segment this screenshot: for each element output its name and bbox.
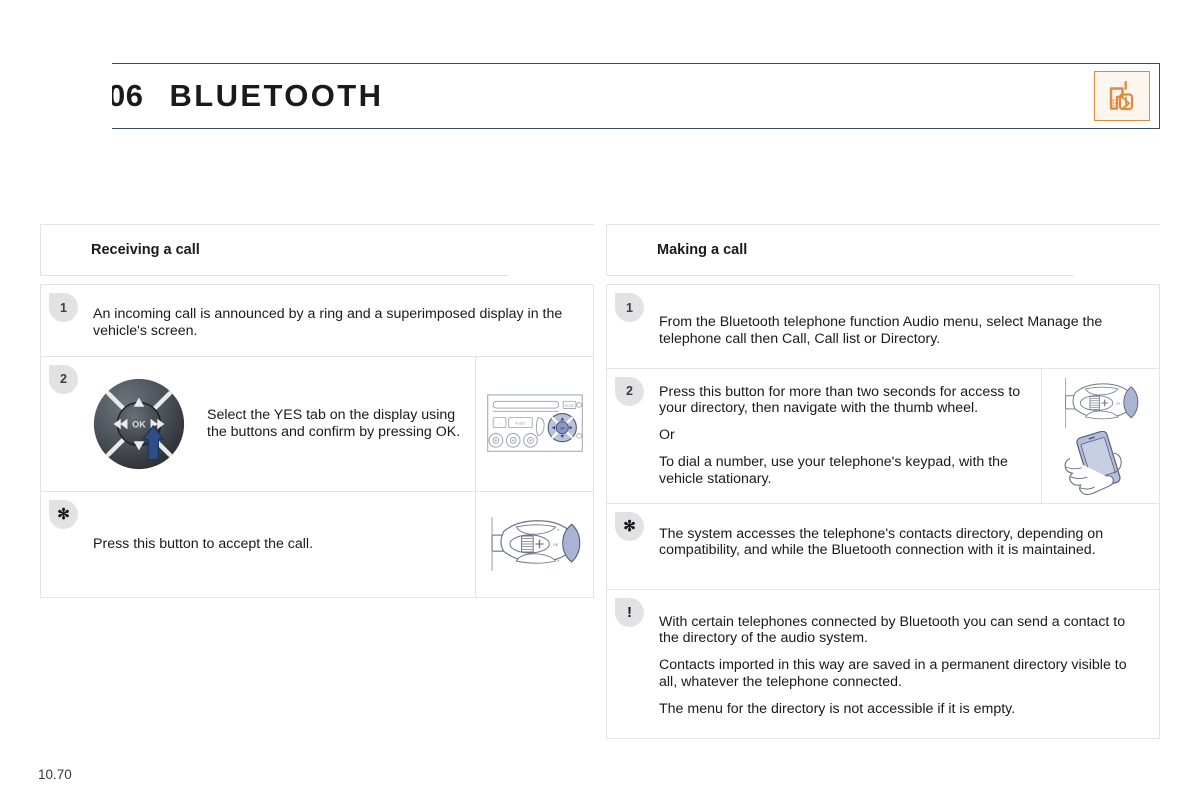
svg-text:AUDIO: AUDIO — [515, 421, 526, 425]
section-header-angled-corner — [1074, 225, 1160, 277]
column-making-a-call: Making a call 1 From the Bluetooth telep… — [606, 224, 1160, 739]
section-body-receiving-a-call: 1 An incoming call is announced by a rin… — [40, 284, 594, 598]
step-text: With certain telephones connected by Blu… — [659, 614, 1143, 718]
step-paragraph: Press this button for more than two seco… — [659, 383, 1021, 417]
manual-page: 06 BLUETOOTH Receiving a call 1 An incom… — [0, 0, 1200, 800]
hand-phone-glyph — [1064, 430, 1122, 495]
bluetooth-phone-glyph — [1109, 81, 1134, 111]
step-row: 2 OK Select the YES tab on the display u… — [41, 356, 593, 492]
dpad-control-icon: OK — [91, 376, 187, 472]
svg-text:OK: OK — [559, 426, 565, 430]
step-paragraph: Contacts imported in this way are saved … — [659, 657, 1127, 690]
svg-text:OK: OK — [552, 543, 558, 547]
step-text: Press this button to accept the call. — [93, 535, 314, 552]
step-content: 2 Press this button for more than two se… — [607, 369, 1041, 503]
step-row: 2 Press this button for more than two se… — [607, 368, 1159, 504]
step-number-badge: 2 — [615, 376, 644, 406]
bluetooth-phone-icon — [1094, 71, 1150, 121]
steering-stalk-glyph: OK — [1064, 377, 1138, 428]
step-text: From the Bluetooth telephone function Au… — [659, 314, 1103, 347]
section-body-making-a-call: 1 From the Bluetooth telephone function … — [606, 284, 1160, 739]
steering-stalk-glyph: OK ▲ ▼ — [491, 517, 580, 571]
steering-column-stalk-icon: OK ▲ ▼ — [475, 491, 593, 597]
step-row: 1 From the Bluetooth telephone function … — [607, 285, 1159, 369]
page-number: 10.70 — [38, 767, 72, 782]
step-content: ✻ The system accesses the telephone's co… — [607, 504, 1159, 589]
step-paragraph: To dial a number, use your telephone's k… — [659, 453, 1008, 487]
warning-badge-icon: ! — [615, 597, 644, 627]
step-row: ✻ Press this button to accept the call. — [41, 491, 593, 597]
step-row: ✻ The system accesses the telephone's co… — [607, 504, 1159, 590]
step-content: ✻ Press this button to accept the call. — [41, 492, 475, 597]
step-text: The system accesses the telephone's cont… — [659, 525, 1104, 559]
svg-text:▲: ▲ — [556, 528, 560, 532]
page-title: BLUETOOTH — [169, 78, 384, 113]
step-paragraph: With certain telephones connected by Blu… — [659, 613, 1126, 647]
step-number-badge: 1 — [49, 293, 78, 322]
step-content: ! With certain telephones connected by B… — [607, 590, 1159, 738]
step-paragraph: The menu for the directory is not access… — [659, 700, 1016, 717]
step-paragraph: Or — [659, 427, 675, 444]
section-title: Making a call — [657, 242, 748, 258]
step-content: 1 An incoming call is announced by a rin… — [41, 285, 593, 356]
steering-column-stalk-icon: OK — [1053, 375, 1149, 431]
step-text: Select the YES tab on the display using … — [207, 406, 461, 440]
step-number-badge: 1 — [615, 293, 644, 322]
dpad-control-glyph: OK — [93, 378, 185, 469]
step-text: Press this button for more than two seco… — [659, 384, 1025, 488]
tip-badge-icon: ✻ — [615, 511, 644, 541]
car-audio-unit-glyph: MODE ♪ AUDIO OK — [486, 394, 583, 452]
step-text: An incoming call is announced by a ring … — [93, 306, 563, 339]
step-number-badge: 2 — [49, 364, 78, 394]
step-content: 1 From the Bluetooth telephone function … — [607, 285, 1159, 368]
column-receiving-a-call: Receiving a call 1 An incoming call is a… — [40, 224, 594, 598]
step-content: 2 OK Select the YES tab on the display u… — [41, 357, 475, 491]
hand-holding-phone-icon — [1055, 430, 1147, 497]
svg-text:MODE: MODE — [564, 404, 575, 408]
illustrations-group: OK — [1041, 368, 1159, 503]
header-angled-corner — [40, 63, 112, 129]
svg-text:OK: OK — [132, 419, 146, 429]
section-header-making-a-call: Making a call — [606, 224, 1160, 277]
step-row: 1 An incoming call is announced by a rin… — [41, 285, 593, 357]
section-title: Receiving a call — [91, 242, 200, 258]
svg-text:▼: ▼ — [556, 559, 560, 563]
chapter-number: 06 — [108, 78, 144, 113]
section-header-angled-corner — [508, 225, 594, 277]
section-header-receiving-a-call: Receiving a call — [40, 224, 594, 277]
car-audio-unit-icon: MODE ♪ AUDIO OK — [475, 356, 593, 491]
step-row: ! With certain telephones connected by B… — [607, 590, 1159, 738]
chapter-header: 06 BLUETOOTH — [40, 63, 1160, 129]
tip-badge-icon: ✻ — [49, 499, 78, 529]
svg-text:♪: ♪ — [498, 421, 500, 425]
